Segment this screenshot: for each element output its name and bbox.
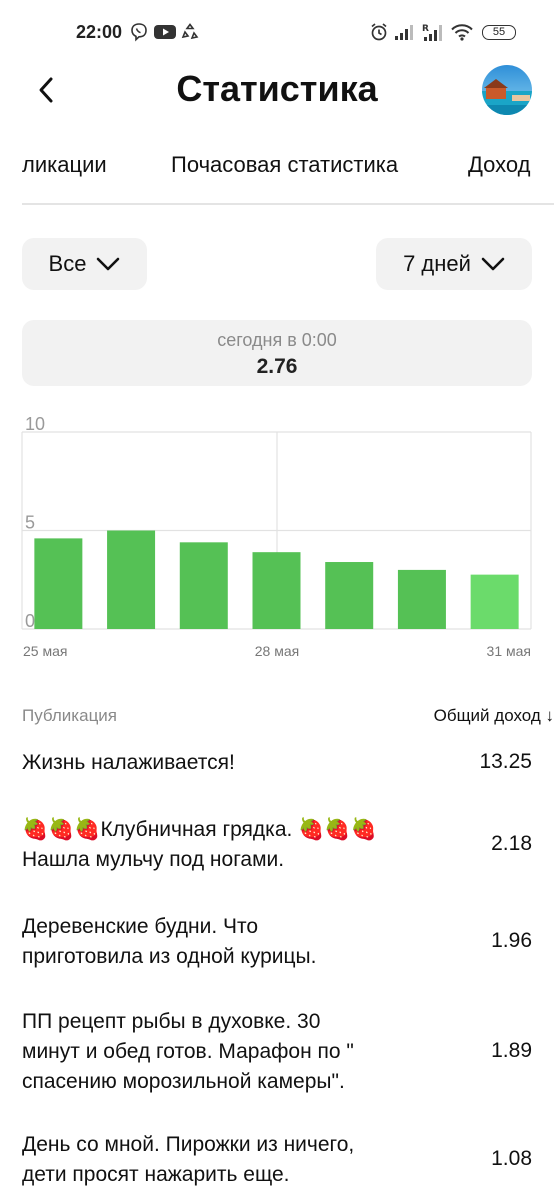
chart-bar: [325, 562, 374, 629]
publication-income: 1.96: [491, 929, 532, 952]
publication-row[interactable]: 🍓🍓🍓Клубничная грядка. 🍓🍓🍓 Нашла мульчу по…: [22, 815, 532, 875]
x-tick-label: 25 мая: [23, 643, 67, 659]
publication-title-line: дети просят нажарить еще.: [22, 1163, 290, 1186]
avatar[interactable]: [482, 65, 532, 115]
tab-bar: ликации Почасовая статистика Доход: [0, 140, 554, 190]
publication-title: 🍓🍓🍓Клубничная грядка. 🍓🍓🍓 Нашла мульчу по…: [22, 815, 432, 875]
chart-bar: [470, 574, 519, 629]
chart-tooltip: сегодня в 0:00 2.76: [22, 320, 532, 386]
publication-row[interactable]: Деревенские будни. Что приготовила из одн…: [22, 912, 532, 972]
publication-title-line: спасению морозильной камеры".: [22, 1070, 345, 1093]
publication-title-line: ПП рецепт рыбы в духовке. 30: [22, 1010, 321, 1033]
tabs-divider: [22, 203, 554, 205]
chevron-down-icon: [481, 257, 505, 271]
viber-icon: [129, 22, 149, 42]
column-header-publication: Публикация: [22, 706, 118, 725]
publication-title: Деревенские будни. Что приготовила из одн…: [22, 912, 432, 972]
signal-icon: [394, 22, 416, 42]
tab-hourly-statistics[interactable]: Почасовая статистика: [171, 152, 398, 178]
publication-title: ПП рецепт рыбы в духовке. 30 минут и обед…: [22, 1007, 432, 1097]
signal-roaming-icon: R: [421, 22, 445, 42]
publication-row[interactable]: День со мной. Пирожки из ничего, дети про…: [22, 1130, 532, 1190]
income-bar-chart[interactable]: 10 5 0 25 мая 28 мая 31 мая: [0, 400, 554, 670]
publication-income: 1.89: [491, 1039, 532, 1062]
publication-row[interactable]: Жизнь налаживается! 13.25: [22, 748, 532, 778]
publication-title-line: Нашла мульчу под ногами.: [22, 848, 285, 871]
tab-income[interactable]: Доход: [468, 152, 530, 178]
period-filter-dropdown[interactable]: 7 дней: [376, 238, 532, 290]
alarm-icon: [369, 22, 389, 42]
page-title: Статистика: [176, 68, 378, 109]
publication-income: 2.18: [491, 832, 532, 855]
publication-income: 1.08: [491, 1147, 532, 1170]
status-bar: 22:00 R 55: [0, 0, 554, 64]
chart-bar: [107, 530, 156, 629]
chart-bar: [179, 542, 228, 629]
publication-title-line: Деревенские будни. Что: [22, 915, 259, 938]
battery-icon: 55: [482, 25, 516, 40]
y-tick-label: 10: [25, 414, 45, 434]
app-header: Статистика: [0, 60, 554, 122]
chart-canvas: 10 5 0 25 мая 28 мая 31 мая: [21, 414, 532, 659]
svg-text:R: R: [422, 24, 429, 34]
sync-icon: [180, 22, 200, 42]
wifi-icon: [450, 22, 474, 42]
publication-title-line: минут и обед готов. Марафон по ": [22, 1040, 354, 1063]
y-tick-label: 0: [25, 611, 35, 631]
tooltip-label: сегодня в 0:00: [217, 330, 337, 350]
type-filter-dropdown[interactable]: Все: [22, 238, 147, 290]
tab-publications[interactable]: ликации: [22, 152, 107, 178]
column-header-total-income[interactable]: Общий доход ↓: [434, 706, 554, 726]
chart-bar: [34, 538, 83, 629]
status-time: 22:00: [76, 22, 123, 42]
publication-title-line: приготовила из одной курицы.: [22, 945, 317, 968]
chart-bar: [397, 569, 446, 629]
period-filter-label: 7 дней: [403, 251, 471, 276]
publication-title-line: День со мной. Пирожки из ничего,: [22, 1133, 355, 1156]
x-tick-label: 31 мая: [487, 643, 531, 659]
publication-row[interactable]: ПП рецепт рыбы в духовке. 30 минут и обед…: [22, 1007, 532, 1097]
publication-title: Жизнь налаживается!: [22, 748, 432, 778]
x-tick-label: 28 мая: [255, 643, 299, 659]
chevron-down-icon: [97, 257, 120, 271]
publication-title-line: Жизнь налаживается!: [22, 751, 235, 774]
publication-income: 13.25: [479, 750, 532, 773]
publication-title-line: 🍓🍓🍓Клубничная грядка. 🍓🍓🍓: [22, 818, 377, 841]
y-tick-label: 5: [25, 513, 35, 533]
publication-title: День со мной. Пирожки из ничего, дети про…: [22, 1130, 432, 1190]
chart-bar: [252, 552, 301, 629]
youtube-icon: [154, 22, 176, 42]
tooltip-value: 2.76: [256, 355, 298, 378]
type-filter-label: Все: [48, 251, 87, 276]
